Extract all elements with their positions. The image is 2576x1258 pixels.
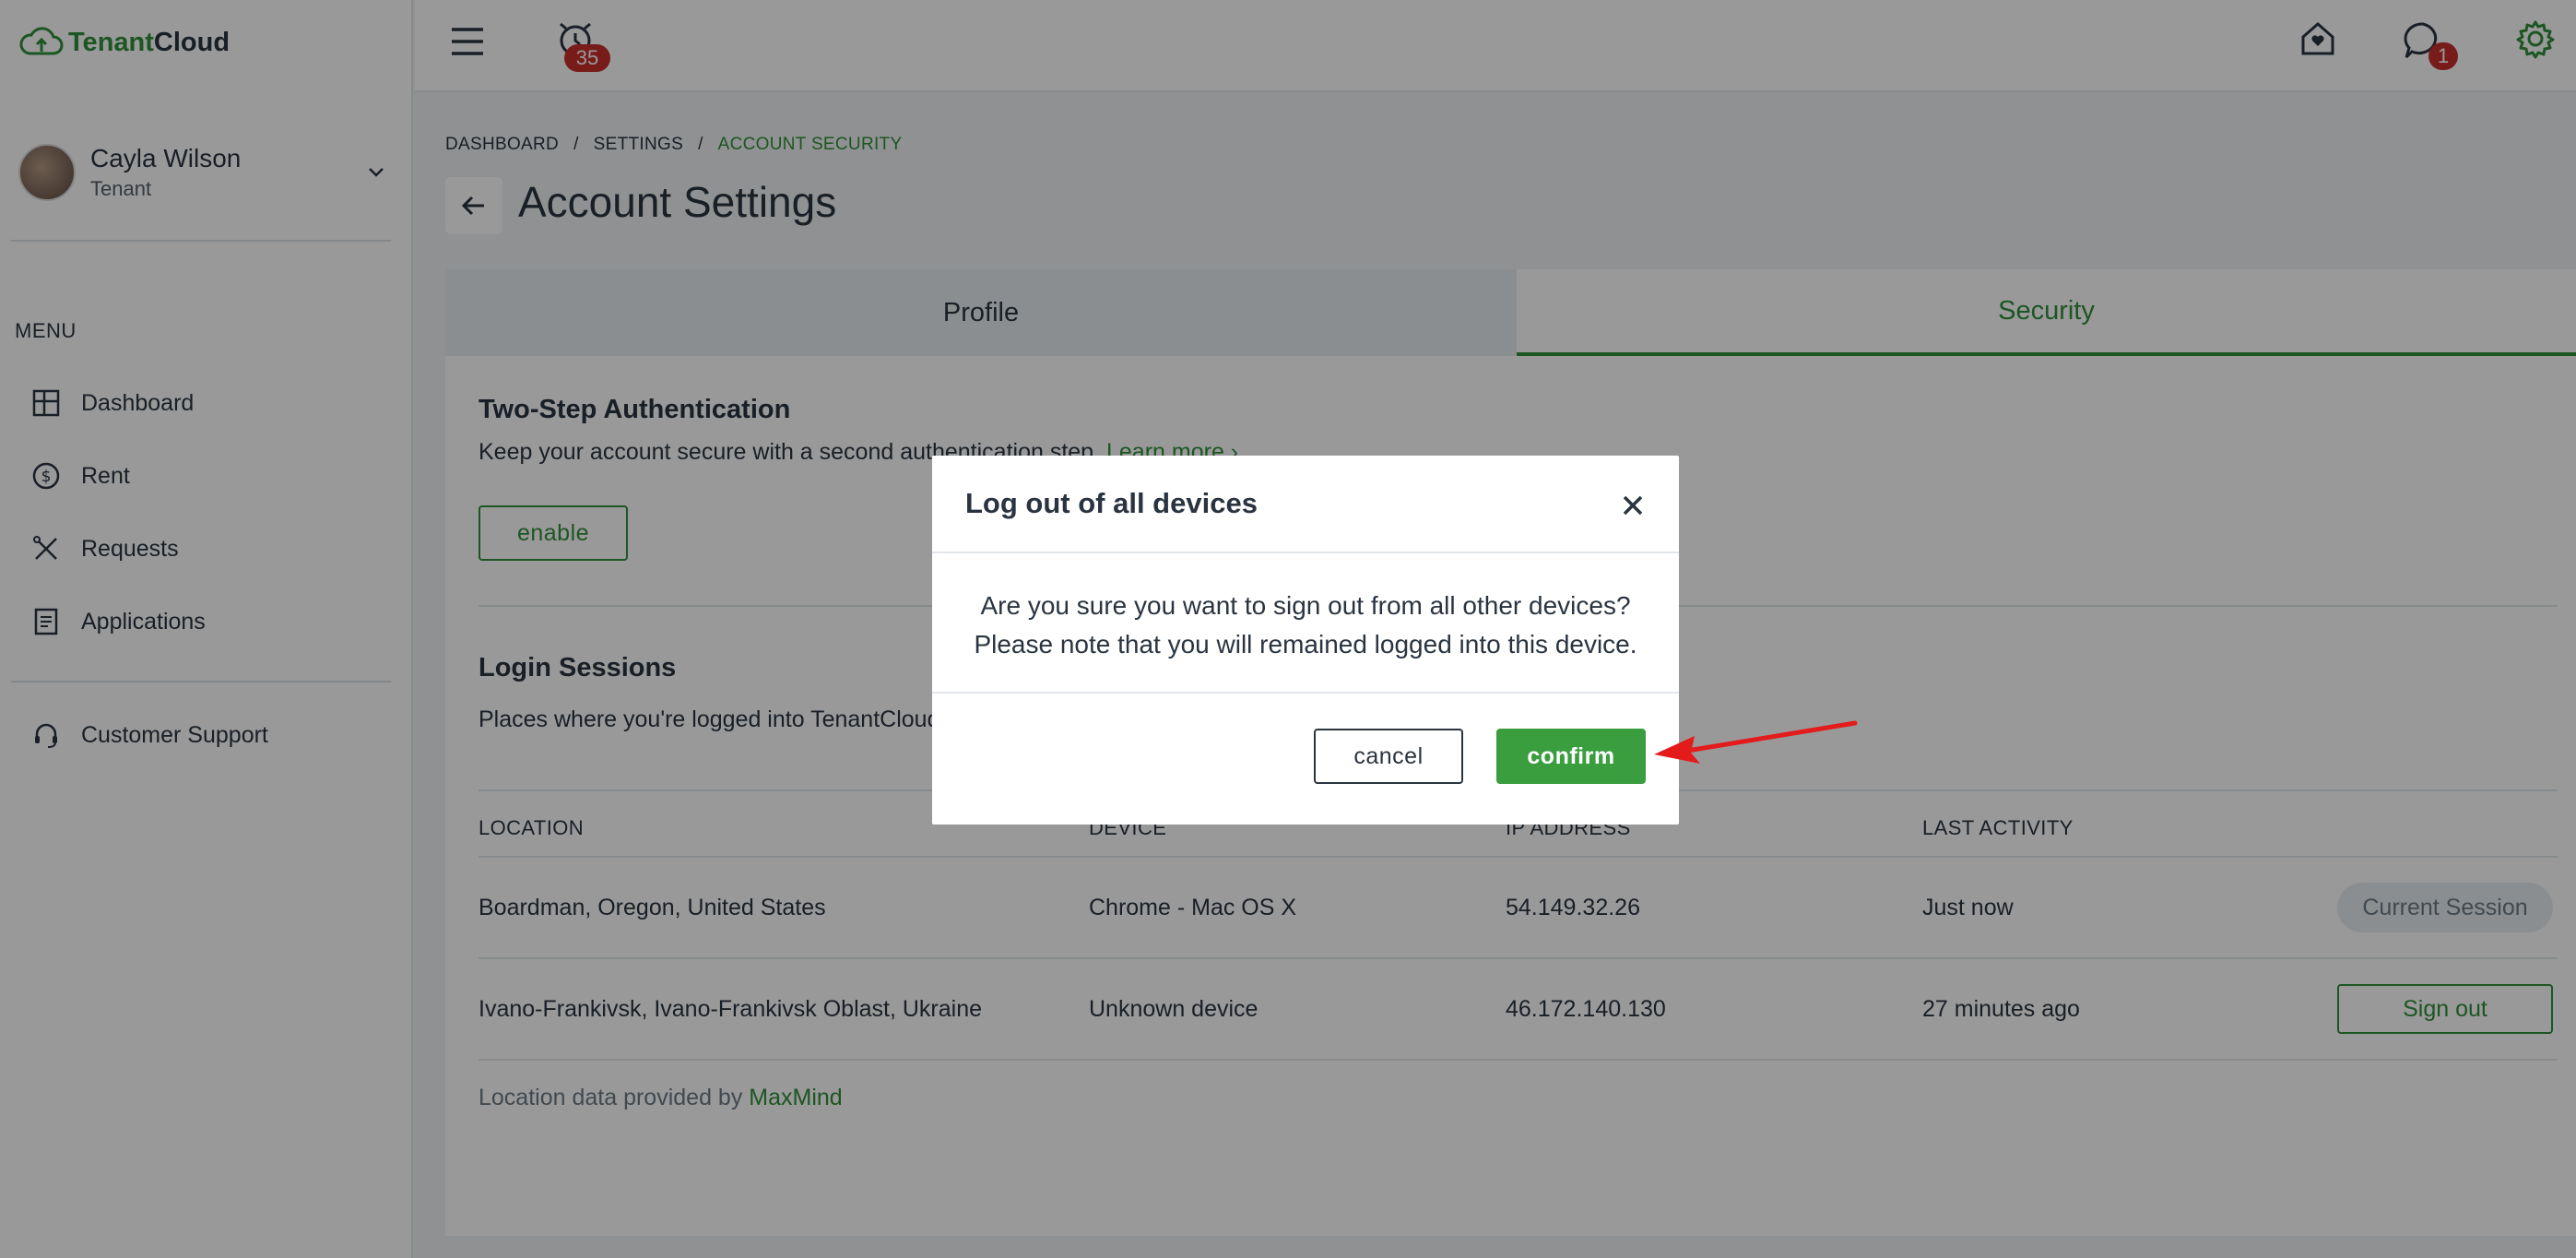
modal-footer: cancel confirm [932, 695, 1679, 825]
cancel-button[interactable]: cancel [1314, 729, 1463, 784]
red-arrow-annotation [1654, 720, 1858, 764]
modal-body: Are you sure you want to sign out from a… [932, 555, 1679, 694]
modal-header: Log out of all devices [932, 456, 1679, 553]
logout-all-devices-modal: Log out of all devices Are you sure you … [932, 456, 1679, 825]
close-icon [1623, 495, 1643, 516]
modal-message-line-2: Please note that you will remained logge… [974, 630, 1637, 659]
confirm-button[interactable]: confirm [1496, 729, 1646, 784]
close-button[interactable] [1618, 491, 1648, 520]
modal-title: Log out of all devices [965, 487, 1258, 519]
modal-message-line-1: Are you sure you want to sign out from a… [980, 591, 1631, 620]
